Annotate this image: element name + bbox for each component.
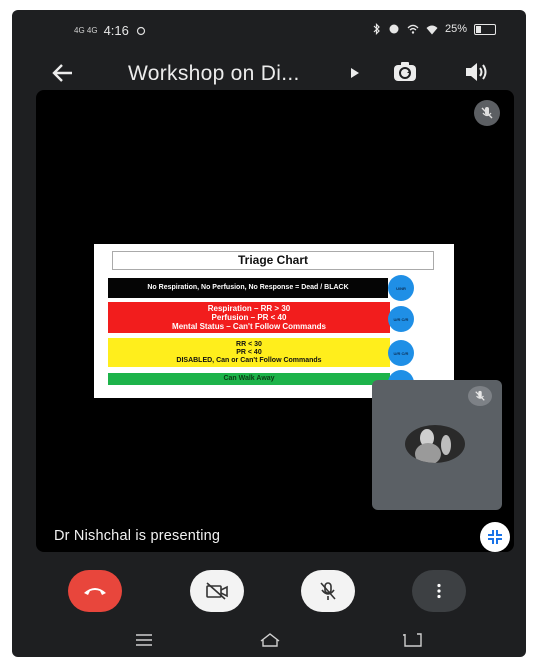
presentation-stage: Triage Chart No Respiration, No Perfusio… — [36, 90, 514, 552]
triage-band-black: No Respiration, No Perfusion, No Respons… — [108, 278, 388, 298]
mic-off-icon — [320, 582, 336, 600]
meeting-title[interactable]: Workshop on Di... — [128, 62, 300, 86]
status-bar: 4G 4G 4:16 25% — [12, 10, 526, 50]
slide-title: Triage Chart — [112, 251, 434, 270]
signal-indicator: 4G 4G — [74, 26, 98, 35]
play-triangle-icon[interactable] — [350, 67, 360, 79]
battery-icon — [474, 23, 496, 35]
triage-band-yellow: RR < 30 PR < 40 DISABLED, Can or Can't F… — [108, 338, 390, 367]
shared-slide: Triage Chart No Respiration, No Perfusio… — [94, 244, 454, 398]
triage-band-red: Respiration – RR > 30 Perfusion – PR < 4… — [108, 302, 390, 333]
battery-percent: 25% — [444, 23, 467, 35]
presenter-status: Dr Nishchal is presenting — [54, 528, 221, 544]
self-view-tile[interactable] — [372, 380, 502, 510]
wifi-call-icon — [407, 24, 419, 34]
phone-screen: 4G 4G 4:16 25% Workshop on Di... Triage … — [12, 10, 526, 657]
triage-tag: U/R C/R — [388, 306, 414, 332]
video-off-icon — [206, 582, 228, 600]
android-nav-bar — [12, 625, 526, 657]
camera-switch-icon[interactable] — [392, 59, 418, 85]
mic-off-icon — [474, 100, 500, 126]
arrow-left-icon[interactable] — [50, 60, 76, 86]
minimize-icon[interactable] — [480, 522, 510, 552]
wifi-icon — [426, 25, 438, 34]
mic-off-icon — [468, 386, 492, 406]
toggle-video-button[interactable] — [190, 570, 244, 612]
clock: 4:16 — [103, 23, 129, 38]
triage-tag: U/R C/R — [388, 340, 414, 366]
status-left: 4G 4G 4:16 — [74, 23, 147, 38]
toggle-mic-button[interactable] — [301, 570, 355, 612]
triage-tag: U/NR — [388, 275, 414, 301]
more-options-button[interactable] — [412, 570, 466, 612]
phone-hangup-icon — [84, 588, 106, 595]
sync-icon — [136, 26, 145, 35]
home-icon[interactable] — [258, 631, 282, 649]
alarm-icon — [389, 24, 399, 34]
status-right: 25% — [373, 23, 496, 35]
triage-band-green: Can Walk Away — [108, 373, 390, 385]
recents-icon[interactable] — [132, 631, 156, 649]
more-vertical-icon — [437, 583, 441, 599]
avatar — [405, 425, 465, 463]
end-call-button[interactable] — [68, 570, 122, 612]
bluetooth-icon — [373, 23, 380, 35]
call-controls — [12, 570, 526, 620]
back-nav-icon[interactable] — [400, 631, 424, 649]
speaker-icon[interactable] — [464, 60, 490, 84]
